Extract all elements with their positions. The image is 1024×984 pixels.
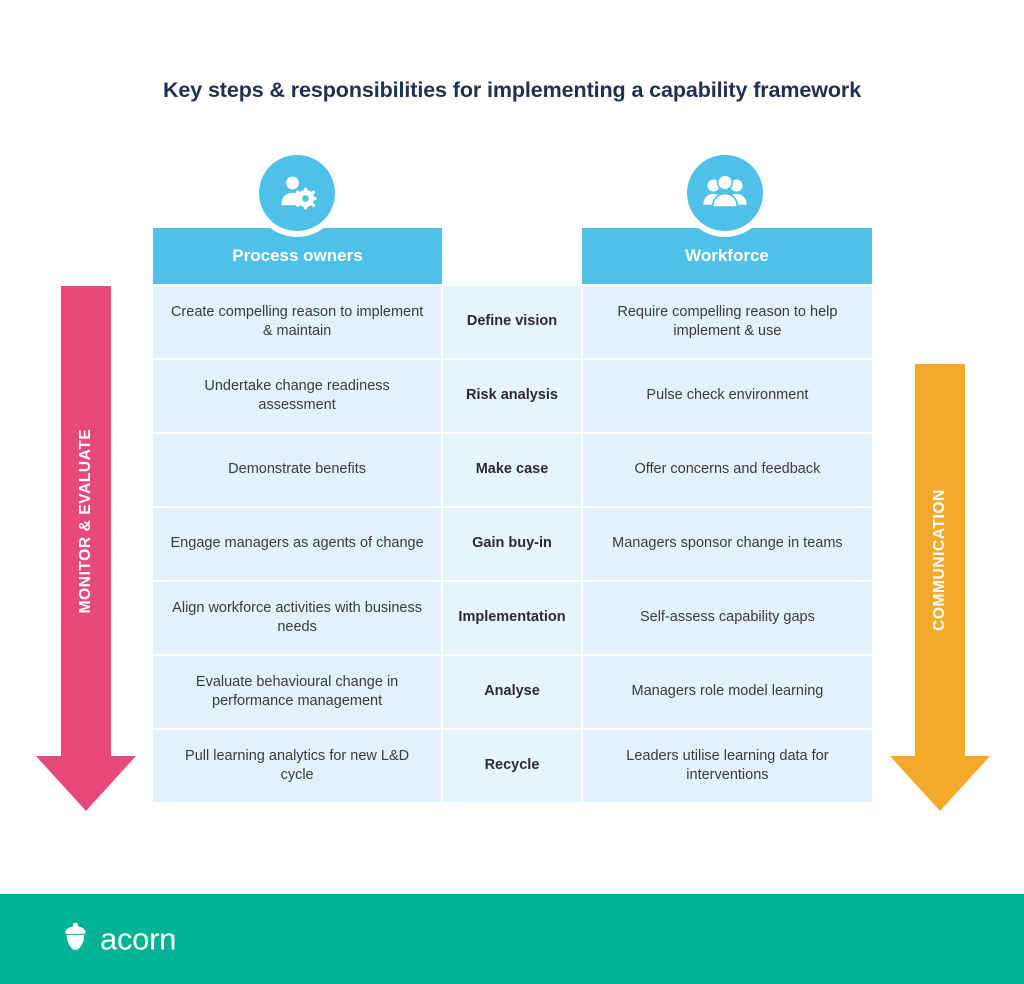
- table-row: Evaluate behavioural change in performan…: [153, 656, 872, 728]
- table-row: Align workforce activities with business…: [153, 582, 872, 654]
- cell-workforce: Self-assess capability gaps: [582, 582, 872, 654]
- column-header-label: Workforce: [685, 246, 769, 265]
- arrow-head-down-icon: [890, 756, 990, 811]
- cell-step: Implementation: [443, 582, 581, 654]
- cell-step: Recycle: [443, 730, 581, 802]
- workforce-icon-badge: [687, 155, 763, 231]
- footer-bar: acorn: [0, 894, 1024, 984]
- communication-arrow: COMMUNICATION: [890, 364, 990, 811]
- monitor-evaluate-arrow: MONITOR & EVALUATE: [36, 286, 136, 811]
- cell-process-owner: Pull learning analytics for new L&D cycl…: [153, 730, 442, 802]
- cell-workforce: Require compelling reason to help implem…: [582, 286, 872, 358]
- cell-process-owner: Engage managers as agents of change: [153, 508, 442, 580]
- cell-workforce: Pulse check environment: [582, 360, 872, 432]
- person-gear-icon: [276, 172, 318, 214]
- responsibilities-table: Create compelling reason to implement & …: [153, 286, 872, 804]
- process-owners-icon-badge: [259, 155, 335, 231]
- table-row: Engage managers as agents of change Gain…: [153, 508, 872, 580]
- cell-step: Make case: [443, 434, 581, 506]
- column-header-label: Process owners: [232, 246, 363, 265]
- table-row: Demonstrate benefits Make case Offer con…: [153, 434, 872, 506]
- table-row: Create compelling reason to implement & …: [153, 286, 872, 358]
- brand-logo: acorn: [62, 922, 176, 957]
- cell-process-owner: Evaluate behavioural change in performan…: [153, 656, 442, 728]
- cell-workforce: Managers sponsor change in teams: [582, 508, 872, 580]
- column-header-process-owners: Process owners: [153, 228, 442, 284]
- arrow-head-down-icon: [36, 756, 136, 811]
- cell-workforce: Offer concerns and feedback: [582, 434, 872, 506]
- cell-step: Gain buy-in: [443, 508, 581, 580]
- column-header-workforce: Workforce: [582, 228, 872, 284]
- infographic-canvas: Key steps & responsibilities for impleme…: [0, 0, 1024, 984]
- cell-process-owner: Demonstrate benefits: [153, 434, 442, 506]
- cell-process-owner: Create compelling reason to implement & …: [153, 286, 442, 358]
- cell-workforce: Leaders utilise learning data for interv…: [582, 730, 872, 802]
- cell-step: Risk analysis: [443, 360, 581, 432]
- table-row: Pull learning analytics for new L&D cycl…: [153, 730, 872, 802]
- page-title: Key steps & responsibilities for impleme…: [162, 78, 862, 102]
- monitor-evaluate-label: MONITOR & EVALUATE: [77, 428, 94, 614]
- cell-process-owner: Undertake change readiness assessment: [153, 360, 442, 432]
- table-row: Undertake change readiness assessment Ri…: [153, 360, 872, 432]
- communication-label: COMMUNICATION: [931, 489, 948, 631]
- people-group-icon: [703, 173, 747, 213]
- cell-workforce: Managers role model learning: [582, 656, 872, 728]
- cell-process-owner: Align workforce activities with business…: [153, 582, 442, 654]
- acorn-icon: [62, 922, 89, 957]
- cell-step: Analyse: [443, 656, 581, 728]
- brand-name: acorn: [100, 921, 177, 957]
- cell-step: Define vision: [443, 286, 581, 358]
